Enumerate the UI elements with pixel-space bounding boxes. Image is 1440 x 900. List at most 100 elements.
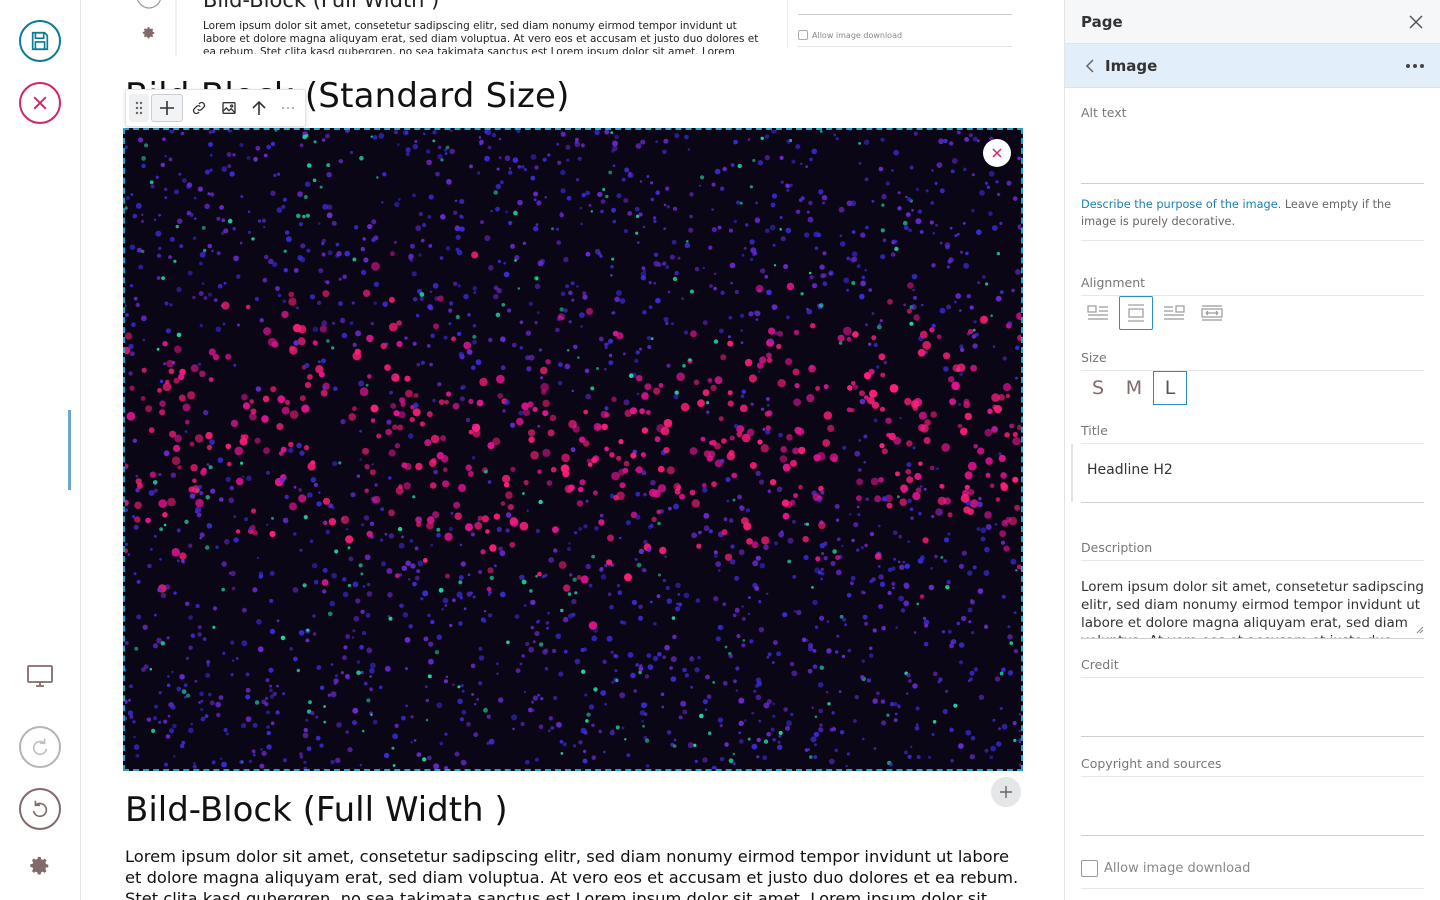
move-up-button[interactable] xyxy=(245,94,273,122)
cell-dot xyxy=(354,225,359,230)
selected-image[interactable] xyxy=(123,128,1023,771)
cell-dot xyxy=(636,562,642,568)
cell-dot xyxy=(779,227,783,231)
credit-input[interactable] xyxy=(1081,736,1424,737)
add-block-button[interactable] xyxy=(150,94,184,122)
cell-dot xyxy=(985,282,989,286)
alt-text-input[interactable] xyxy=(1081,183,1424,184)
cell-dot xyxy=(479,139,484,145)
settings-button[interactable] xyxy=(22,848,58,884)
cell-dot xyxy=(709,284,713,288)
cell-dot xyxy=(964,412,972,421)
cell-dot xyxy=(519,662,523,666)
cell-dot xyxy=(426,344,431,348)
redo-button[interactable] xyxy=(19,726,61,768)
next-block-title[interactable]: Bild-Block (Full Width ) xyxy=(125,790,508,830)
allow-download-checkbox[interactable] xyxy=(1081,860,1098,877)
copyright-input[interactable] xyxy=(1081,835,1424,836)
alt-text-hint-link[interactable]: Describe the purpose of the image. xyxy=(1081,198,1281,211)
cell-dot xyxy=(335,242,340,247)
cell-dot xyxy=(535,223,539,226)
cell-dot xyxy=(792,520,796,524)
more-options-button[interactable] xyxy=(274,94,302,122)
cell-dot xyxy=(916,755,921,759)
cell-dot xyxy=(531,700,534,704)
cell-dot xyxy=(931,733,935,736)
cell-dot xyxy=(302,214,306,219)
cell-dot xyxy=(284,494,289,500)
close-icon[interactable] xyxy=(1408,14,1424,30)
cell-dot xyxy=(345,730,349,734)
previous-image-block[interactable]: Bild-Block (Full Width ) Lorem ipsum dol… xyxy=(137,0,1015,56)
cell-dot xyxy=(635,231,639,235)
cell-dot xyxy=(459,543,463,547)
cancel-button[interactable] xyxy=(19,82,61,124)
preview-button[interactable] xyxy=(22,658,58,694)
cell-dot xyxy=(610,264,614,269)
cell-dot xyxy=(204,203,210,210)
cell-dot xyxy=(671,239,677,245)
cell-dot xyxy=(790,712,794,717)
cell-dot xyxy=(443,335,448,340)
cell-dot xyxy=(179,244,184,249)
align-right-button[interactable] xyxy=(1157,296,1191,330)
align-left-button[interactable] xyxy=(1081,296,1115,330)
cell-dot xyxy=(766,699,772,705)
size-medium-button[interactable]: M xyxy=(1117,371,1151,405)
cell-dot xyxy=(388,616,393,621)
chevron-circle-icon[interactable] xyxy=(135,0,163,12)
cell-dot xyxy=(630,452,637,459)
cell-dot xyxy=(1015,569,1018,572)
cell-dot xyxy=(610,274,613,277)
size-large-button[interactable]: L xyxy=(1153,371,1187,405)
cell-dot xyxy=(903,600,910,607)
scroll-indicator[interactable] xyxy=(68,410,71,490)
cell-dot xyxy=(436,634,442,640)
save-button[interactable] xyxy=(19,20,61,62)
cell-dot xyxy=(138,264,144,270)
undo-button[interactable] xyxy=(19,788,61,830)
align-full-width-button[interactable] xyxy=(1195,296,1229,330)
cell-dot xyxy=(560,169,566,176)
cell-dot xyxy=(638,666,644,672)
size-small-button[interactable]: S xyxy=(1081,371,1115,405)
resize-handle-icon[interactable] xyxy=(1416,626,1424,634)
cell-dot xyxy=(553,695,558,701)
title-input[interactable]: Headline H2 xyxy=(1071,444,1424,502)
cell-dot xyxy=(655,190,660,195)
cell-dot xyxy=(603,750,606,754)
add-block-button[interactable] xyxy=(991,777,1021,807)
cell-dot xyxy=(303,515,308,520)
drag-handle[interactable] xyxy=(129,94,149,122)
checkbox[interactable] xyxy=(798,30,808,40)
cell-dot xyxy=(690,656,694,659)
size-options: S M L xyxy=(1081,371,1187,405)
link-button[interactable] xyxy=(185,94,213,122)
next-block-text[interactable]: Lorem ipsum dolor sit amet, consetetur s… xyxy=(125,846,1025,900)
allow-download-row[interactable]: Allow image download xyxy=(1081,860,1250,877)
description-textarea[interactable]: Lorem ipsum dolor sit amet, consetetur s… xyxy=(1081,578,1424,638)
divider xyxy=(798,14,1012,15)
cell-dot xyxy=(782,612,788,618)
cell-dot xyxy=(167,714,171,718)
cell-dot xyxy=(878,353,886,361)
cell-dot xyxy=(331,572,337,579)
chevron-left-icon[interactable] xyxy=(1085,58,1095,73)
more-horizontal-icon[interactable] xyxy=(1406,63,1424,68)
cell-dot xyxy=(159,558,162,561)
cell-dot xyxy=(276,619,280,623)
align-center-button[interactable] xyxy=(1119,296,1153,330)
cell-dot xyxy=(332,321,335,325)
cell-dot xyxy=(317,300,322,305)
previous-allow-download[interactable]: Allow image download xyxy=(798,30,902,40)
cell-dot xyxy=(251,508,256,514)
gear-icon[interactable] xyxy=(142,26,156,40)
cell-dot xyxy=(713,554,718,559)
cell-dot xyxy=(738,739,744,744)
cell-dot xyxy=(266,523,269,526)
cell-dot xyxy=(457,698,463,705)
cell-dot xyxy=(568,290,573,296)
remove-image-button[interactable] xyxy=(983,139,1011,167)
cell-dot xyxy=(682,709,688,715)
image-button[interactable] xyxy=(215,94,243,122)
